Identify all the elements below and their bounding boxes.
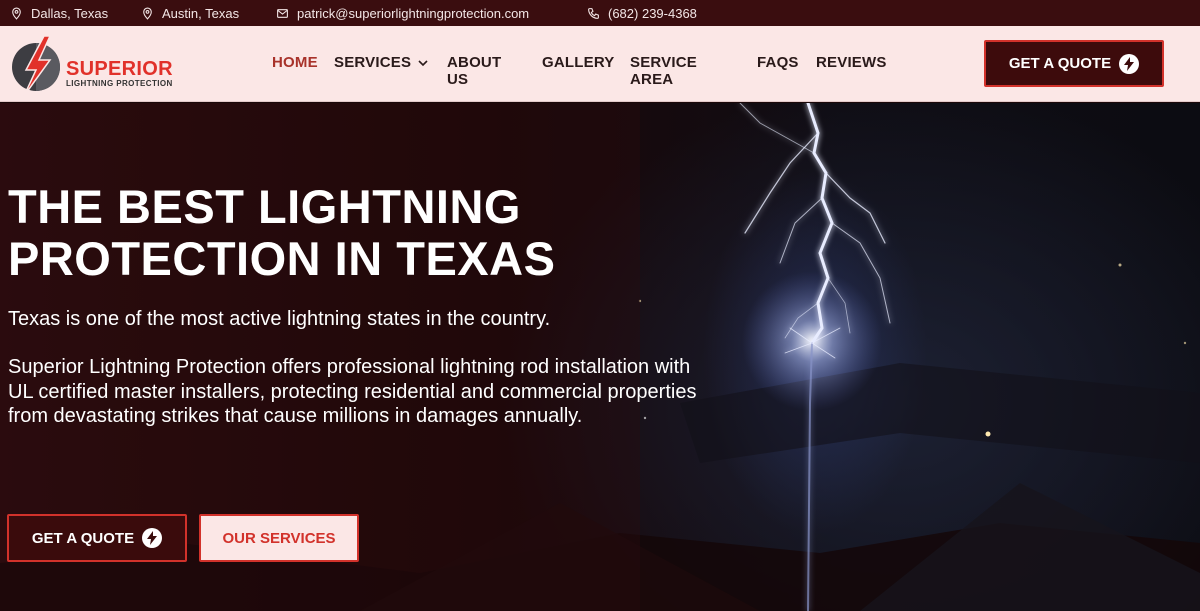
map-pin-icon (12, 7, 21, 20)
top-contact-bar: Dallas, Texas Austin, Texas patrick@supe… (0, 0, 1200, 26)
nav-item-faqs[interactable]: FAQS (757, 54, 799, 71)
location-label: Dallas, Texas (31, 5, 109, 21)
nav-item-label: SERVICE AREA (630, 54, 697, 88)
nav-item-label: SERVICES (334, 54, 412, 71)
nav-item-label: HOME (272, 54, 318, 71)
location-austin[interactable]: Austin, Texas (141, 0, 239, 26)
site-logo[interactable]: SUPERIOR LIGHTNING PROTECTION (8, 34, 178, 96)
location-dallas[interactable]: Dallas, Texas (10, 0, 108, 26)
nav-item-label: ABOUT US (447, 54, 502, 88)
bolt-icon (1119, 53, 1140, 74)
map-pin-icon (143, 7, 152, 20)
hero-title-line2: PROTECTION IN TEXAS (8, 232, 556, 285)
hero-intro: Texas is one of the most active lightnin… (8, 308, 551, 330)
get-quote-label: GET A QUOTE (31, 529, 135, 547)
nav-item-reviews[interactable]: REVIEWS (816, 54, 887, 71)
our-services-button[interactable]: OUR SERVICES (199, 514, 359, 562)
brand-tagline: LIGHTNING PROTECTION (66, 79, 173, 88)
brand-name: SUPERIOR (66, 58, 173, 80)
header-get-quote-button[interactable]: GET A QUOTE (984, 40, 1164, 87)
our-services-label: OUR SERVICES (222, 529, 336, 547)
nav-item-about-us[interactable]: ABOUT US (447, 54, 501, 88)
phone-icon (588, 7, 599, 19)
hero-title: THE BEST LIGHTNING PROTECTION IN TEXAS (8, 181, 708, 285)
nav-item-service-area[interactable]: SERVICE AREA (630, 54, 697, 88)
hero-body: Superior Lightning Protection offers pro… (8, 356, 697, 427)
nav-item-gallery[interactable]: GALLERY (542, 54, 615, 71)
phone-text: (682) 239-4368 (608, 5, 697, 21)
mail-icon (277, 8, 288, 18)
nav-item-label: REVIEWS (816, 54, 887, 71)
nav-item-services[interactable]: SERVICES (334, 54, 429, 71)
email-text: patrick@superiorlightningprotection.com (297, 5, 530, 21)
logo-emblem-icon (12, 35, 60, 96)
nav-item-home[interactable]: HOME (272, 54, 318, 71)
site-header: SUPERIOR LIGHTNING PROTECTION HOME SERVI… (0, 26, 1200, 102)
chevron-down-icon (418, 59, 428, 66)
hero-title-line1: THE BEST LIGHTNING (8, 180, 521, 233)
hero-get-quote-button[interactable]: GET A QUOTE (7, 514, 187, 562)
bolt-icon (142, 528, 163, 548)
phone-link[interactable]: (682) 239-4368 (587, 0, 697, 26)
get-quote-label: GET A QUOTE (1008, 55, 1112, 72)
nav-item-label: GALLERY (542, 54, 615, 71)
email-link[interactable]: patrick@superiorlightningprotection.com (276, 0, 529, 26)
location-label: Austin, Texas (162, 5, 240, 21)
nav-item-label: FAQS (757, 54, 799, 71)
hero-section: THE BEST LIGHTNING PROTECTION IN TEXAS T… (0, 103, 1200, 611)
